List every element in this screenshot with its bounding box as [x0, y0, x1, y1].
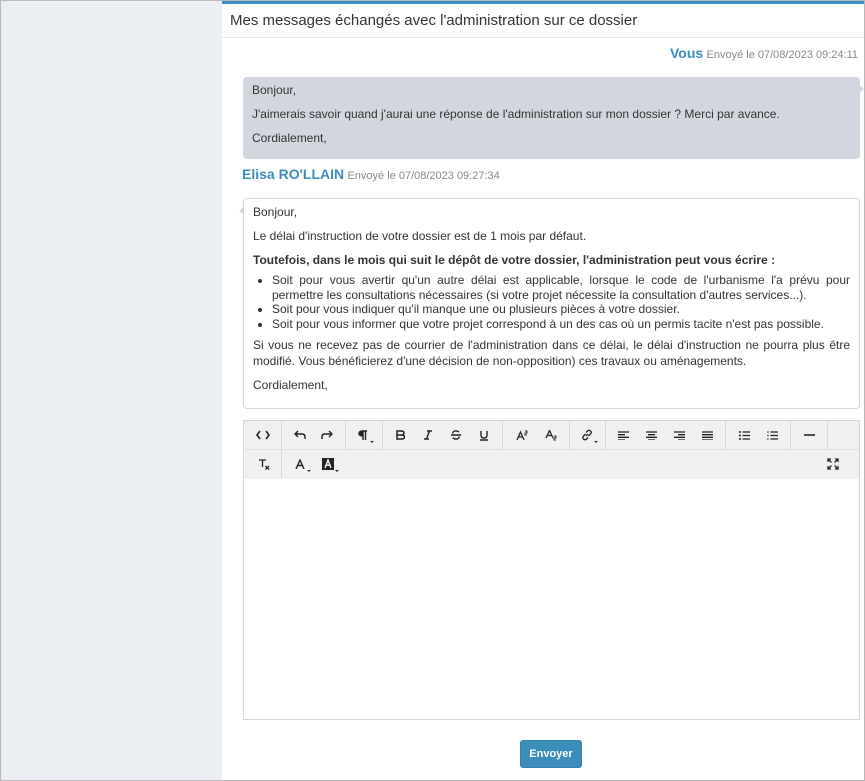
- message-greeting: Bonjour,: [253, 205, 298, 219]
- message-closing: Cordialement,: [253, 378, 328, 392]
- message-bubble-user: Bonjour, J'aimerais savoir quand j'aurai…: [243, 77, 864, 159]
- align-right-icon[interactable]: [666, 425, 692, 445]
- sent-timestamp: Envoyé le 07/08/2023 09:24:11: [706, 49, 858, 61]
- undo-icon[interactable]: [287, 425, 313, 445]
- panel-header: Mes messages échangés avec l'administrat…: [222, 4, 864, 38]
- message-greeting: Bonjour,: [252, 83, 297, 97]
- sent-timestamp: Envoyé le 07/08/2023 09:27:34: [347, 170, 500, 182]
- editor-toolbar: [244, 421, 859, 480]
- panel-title: Mes messages échangés avec l'administrat…: [230, 12, 638, 29]
- toolbar-row-1: [244, 421, 859, 450]
- code-view-icon[interactable]: [250, 425, 276, 445]
- paragraph-icon[interactable]: [350, 425, 376, 445]
- message-outro: Si vous ne recevez pas de courrier de l'…: [253, 338, 850, 368]
- align-center-icon[interactable]: [638, 425, 664, 445]
- sender-name: Elisa RO'LLAIN: [242, 166, 345, 182]
- list-item: Soit pour vous informer que votre projet…: [272, 317, 850, 332]
- align-left-icon[interactable]: [610, 425, 636, 445]
- message-meta-user: Vous Envoyé le 07/08/2023 09:24:11: [670, 45, 858, 61]
- align-justify-icon[interactable]: [694, 425, 720, 445]
- horizontal-rule-icon[interactable]: [796, 425, 822, 445]
- send-button[interactable]: Envoyer: [520, 740, 582, 768]
- clear-format-icon[interactable]: [251, 454, 277, 474]
- bullet-list-icon[interactable]: [731, 425, 757, 445]
- italic-icon[interactable]: [415, 425, 441, 445]
- numbered-list-icon[interactable]: [759, 425, 785, 445]
- message-meta-admin: Elisa RO'LLAIN Envoyé le 07/08/2023 09:2…: [242, 166, 500, 182]
- message-intro: Le délai d'instruction de votre dossier …: [253, 229, 587, 243]
- bubble-tail: [239, 207, 244, 215]
- superscript-icon[interactable]: [509, 425, 535, 445]
- sender-name: Vous: [669, 45, 704, 61]
- subscript-icon[interactable]: [538, 425, 564, 445]
- link-icon[interactable]: [574, 425, 600, 445]
- redo-icon[interactable]: [314, 425, 340, 445]
- background-color-icon[interactable]: [315, 454, 341, 474]
- message-bold-paragraph: Toutefois, dans le mois qui suit le dépô…: [253, 253, 776, 267]
- fullscreen-icon[interactable]: [820, 454, 846, 474]
- message-closing: Cordialement,: [252, 131, 327, 145]
- message-bullet-list: Soit pour vous avertir qu'un autre délai…: [253, 273, 850, 331]
- toolbar-row-2: [244, 450, 859, 478]
- bubble-tail: [859, 85, 864, 93]
- rich-text-editor: [243, 420, 860, 720]
- message-bubble-admin: Bonjour, Le délai d'instruction de votre…: [239, 198, 860, 409]
- editor-content-area[interactable]: [244, 479, 859, 719]
- message-body: J'aimerais savoir quand j'aurai une répo…: [252, 107, 780, 121]
- list-item: Soit pour vous avertir qu'un autre délai…: [272, 273, 850, 302]
- strikethrough-icon[interactable]: [443, 425, 469, 445]
- left-pane: [1, 1, 222, 780]
- messages-panel: Mes messages échangés avec l'administrat…: [222, 1, 864, 780]
- bold-icon[interactable]: [387, 425, 413, 445]
- text-color-icon[interactable]: [287, 454, 313, 474]
- list-item: Soit pour vous indiquer qu'il manque une…: [272, 302, 850, 317]
- underline-icon[interactable]: [471, 425, 497, 445]
